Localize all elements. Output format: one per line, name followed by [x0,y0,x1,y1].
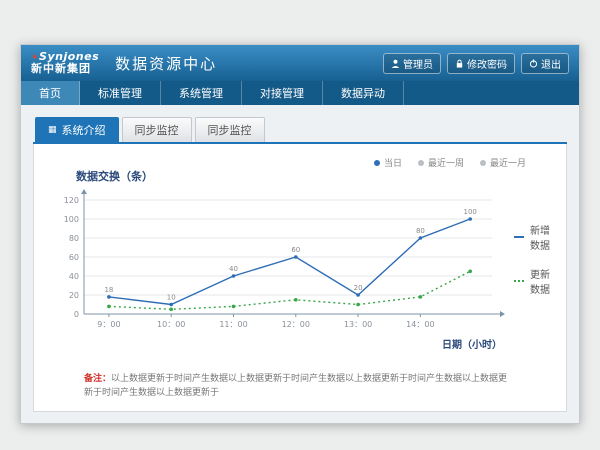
svg-text:40: 40 [229,265,238,273]
app-window: ✶Synjones 新中新集团 数据资源中心 管理员 修改密码 退出 [20,44,580,424]
svg-text:0: 0 [74,310,79,319]
svg-text:10: 10 [167,294,176,302]
logo-star-icon: ✶ [31,53,39,63]
filter-last-month[interactable]: 最近一月 [480,156,526,169]
legend-new-data[interactable]: 新增数据 [514,222,550,252]
series-legend: 新增数据 更新数据 [514,222,550,296]
legend-new-data-label: 新增数据 [530,222,550,252]
change-password-label: 修改密码 [467,56,507,71]
logo-brand-text: Synjones [39,50,99,63]
svg-text:100: 100 [464,208,477,216]
svg-text:80: 80 [416,227,425,235]
tab-sync-monitor-1-label: 同步监控 [135,122,179,138]
svg-text:20: 20 [69,291,79,300]
svg-text:10：00: 10：00 [157,320,185,329]
svg-text:20: 20 [354,284,363,292]
svg-text:11：00: 11：00 [219,320,247,329]
legend-updated-data[interactable]: 更新数据 [514,266,550,296]
nav-item-standard-mgmt[interactable]: 标准管理 [80,81,161,105]
time-range-filters: 当日 最近一周 最近一月 [374,156,526,169]
svg-text:60: 60 [291,246,300,254]
tab-system-intro[interactable]: ▦ 系统介绍 [35,117,119,142]
company-logo: ✶Synjones 新中新集团 [31,51,99,76]
svg-text:100: 100 [64,215,79,224]
today-dot-icon [374,160,380,166]
legend-updated-data-label: 更新数据 [530,266,550,296]
svg-text:80: 80 [69,234,79,243]
x-axis-title: 日期（小时） [50,336,506,351]
user-icon [391,59,400,68]
line-chart: 0 20 40 60 80 100 120 9：00 10：00 11：00 12：00 13：00 1… [50,186,506,336]
dotted-line-icon [514,280,524,282]
tab-sync-monitor-2-label: 同步监控 [208,122,252,138]
admin-user-label: 管理员 [403,56,433,71]
filter-last-week-label: 最近一周 [428,156,464,169]
chart-panel: 当日 最近一周 最近一月 数据交换（条） 0 20 40 60 80 100 120 9：00… [33,144,567,412]
tab-bar: ▦ 系统介绍 同步监控 同步监控 [33,117,567,144]
footnote-prefix: 备注： [84,374,111,384]
user-actions: 管理员 修改密码 退出 [383,53,569,74]
content-area: ▦ 系统介绍 同步监控 同步监控 当日 [21,105,579,423]
last-week-dot-icon [418,160,424,166]
power-icon [529,59,538,68]
chart-body: 0 20 40 60 80 100 120 9：00 10：00 11：00 12：00 13：00 1… [50,186,550,351]
last-month-dot-icon [480,160,486,166]
svg-text:60: 60 [69,253,79,262]
nav-item-data-change[interactable]: 数据异动 [323,81,404,105]
filter-last-week[interactable]: 最近一周 [418,156,464,169]
filter-last-month-label: 最近一月 [490,156,526,169]
page-title: 数据资源中心 [115,53,217,74]
header-bar: ✶Synjones 新中新集团 数据资源中心 管理员 修改密码 退出 [21,45,579,81]
main-nav: 首页 标准管理 系统管理 对接管理 数据异动 [21,81,579,105]
solid-line-icon [514,236,524,238]
tab-sync-monitor-1[interactable]: 同步监控 [122,117,192,142]
nav-item-system-mgmt[interactable]: 系统管理 [161,81,242,105]
logout-label: 退出 [541,56,561,71]
svg-text:40: 40 [69,272,79,281]
svg-text:14：00: 14：00 [406,320,434,329]
filter-today[interactable]: 当日 [374,156,402,169]
tab-sync-monitor-2[interactable]: 同步监控 [195,117,265,142]
footnote-text: 以上数据更新于时间产生数据以上数据更新于时间产生数据以上数据更新于时间产生数据以… [84,374,507,398]
change-password-button[interactable]: 修改密码 [447,53,515,74]
svg-text:12：00: 12：00 [282,320,310,329]
grid-icon: ▦ [48,126,57,135]
lock-icon [455,59,464,68]
svg-text:13：00: 13：00 [344,320,372,329]
footnote: 备注：以上数据更新于时间产生数据以上数据更新于时间产生数据以上数据更新于时间产生… [50,373,550,400]
logout-button[interactable]: 退出 [521,53,569,74]
logo-company-name: 新中新集团 [31,63,99,75]
admin-user-button[interactable]: 管理员 [383,53,441,74]
tab-system-intro-label: 系统介绍 [62,122,106,138]
plot-column: 0 20 40 60 80 100 120 9：00 10：00 11：00 12：00 13：00 1… [50,186,506,351]
svg-text:9：00: 9：00 [97,320,120,329]
nav-item-connect-mgmt[interactable]: 对接管理 [242,81,323,105]
filter-today-label: 当日 [384,156,402,169]
svg-text:18: 18 [104,286,113,294]
svg-text:120: 120 [64,196,79,205]
nav-item-home[interactable]: 首页 [21,81,80,105]
y-axis-title: 数据交换（条） [76,168,550,184]
screen-background: ✶Synjones 新中新集团 数据资源中心 管理员 修改密码 退出 [0,0,600,450]
